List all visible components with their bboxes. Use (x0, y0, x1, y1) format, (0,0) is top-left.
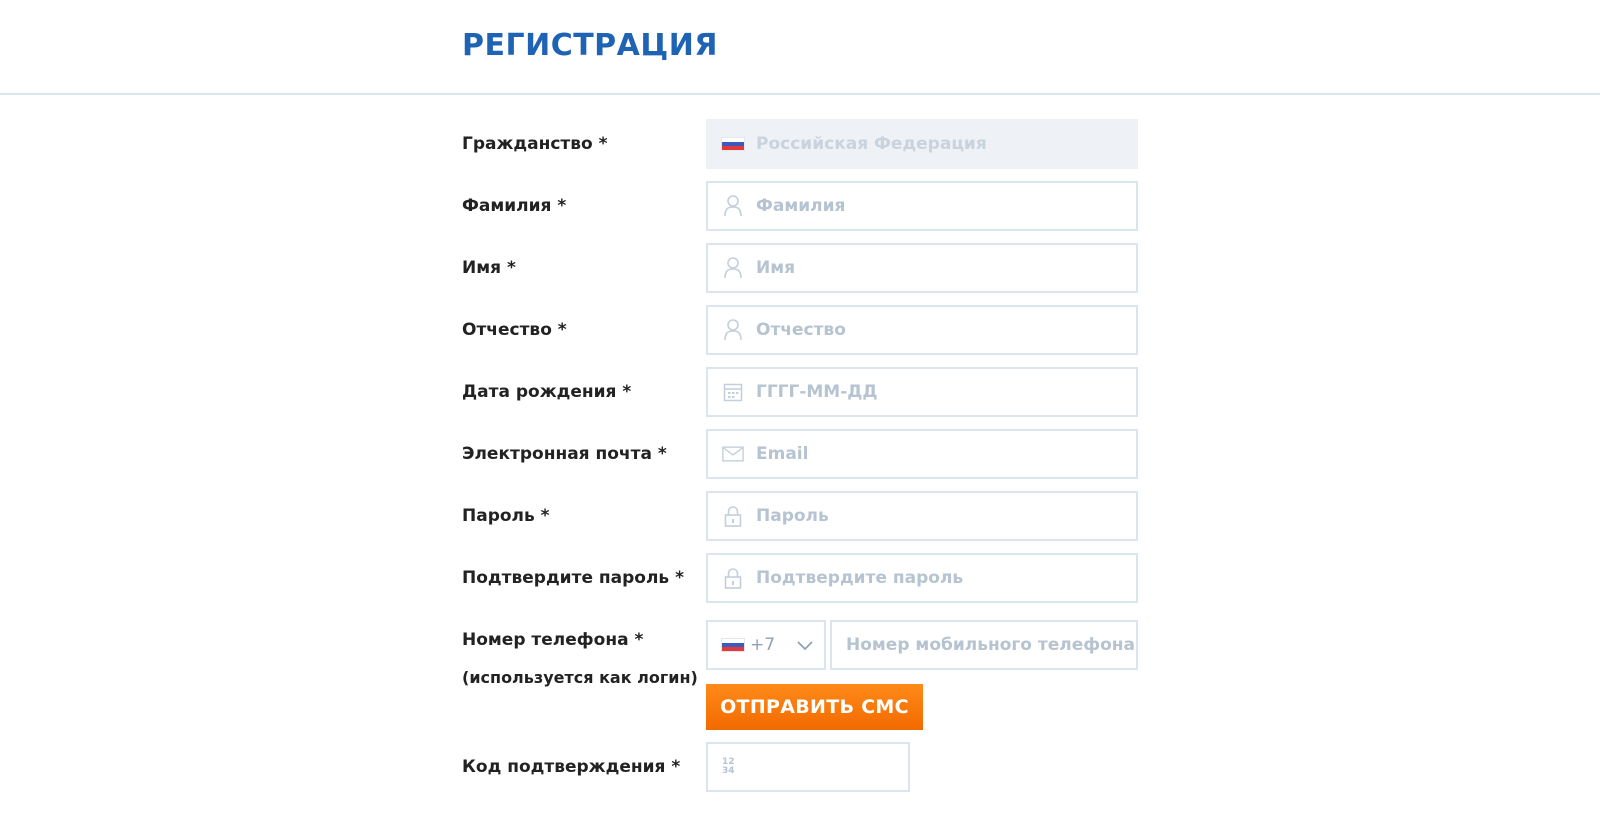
confirm-code-label: Код подтверждения * (462, 757, 681, 777)
first-name-label: Имя * (462, 258, 516, 278)
password-confirm-placeholder: Подтвердите пароль (756, 568, 964, 588)
email-field[interactable]: Email (706, 429, 1138, 479)
phone-row: Номер телефона * +7 Номер мобильного тел… (0, 620, 1600, 670)
chevron-down-icon (797, 636, 813, 655)
flag-ru-icon (722, 133, 744, 155)
citizenship-value: Российская Федерация (756, 134, 987, 154)
email-placeholder: Email (756, 444, 809, 464)
password-placeholder: Пароль (756, 506, 829, 526)
password-confirm-label: Подтвердите пароль * (462, 568, 684, 588)
calendar-icon (722, 381, 744, 403)
phone-sublabel: (используется как логин) (462, 668, 698, 687)
birth-date-field[interactable]: ГГГГ-ММ-ДД (706, 367, 1138, 417)
patronymic-field[interactable]: Отчество (706, 305, 1138, 355)
patronymic-label: Отчество * (462, 320, 567, 340)
last-name-placeholder: Фамилия (756, 196, 846, 216)
lock-icon (722, 567, 744, 589)
numbers-icon: 12 34 (722, 757, 735, 776)
last-name-field[interactable]: Фамилия (706, 181, 1138, 231)
password-confirm-field[interactable]: Подтвердите пароль (706, 553, 1138, 603)
lock-icon (722, 505, 744, 527)
header-divider (0, 93, 1600, 95)
first-name-placeholder: Имя (756, 258, 796, 278)
birth-date-placeholder: ГГГГ-ММ-ДД (756, 382, 878, 402)
confirm-code-row: Код подтверждения * 12 34 (0, 742, 1600, 792)
first-name-row: Имя * Имя (0, 243, 1600, 293)
password-row: Пароль * Пароль (0, 491, 1600, 541)
user-icon (722, 319, 744, 341)
phone-country-code: +7 (750, 635, 776, 655)
password-label: Пароль * (462, 506, 550, 526)
email-label: Электронная почта * (462, 444, 667, 464)
send-sms-button[interactable]: ОТПРАВИТЬ СМС (706, 684, 923, 730)
last-name-label: Фамилия * (462, 196, 567, 216)
citizenship-label: Гражданство * (462, 134, 608, 154)
phone-country-select[interactable]: +7 (706, 620, 826, 670)
password-confirm-row: Подтвердите пароль * Подтвердите пароль (0, 553, 1600, 603)
confirm-code-field[interactable]: 12 34 (706, 742, 910, 792)
phone-label: Номер телефона * (462, 630, 644, 650)
last-name-row: Фамилия * Фамилия (0, 181, 1600, 231)
birth-date-label: Дата рождения * (462, 382, 632, 402)
phone-number-placeholder: Номер мобильного телефона (846, 635, 1136, 655)
user-icon (722, 257, 744, 279)
user-icon (722, 195, 744, 217)
email-row: Электронная почта * Email (0, 429, 1600, 479)
envelope-icon (722, 443, 744, 465)
citizenship-select[interactable]: Российская Федерация (706, 119, 1138, 169)
first-name-field[interactable]: Имя (706, 243, 1138, 293)
page-title: РЕГИСТРАЦИЯ (462, 28, 718, 63)
phone-number-field[interactable]: Номер мобильного телефона (830, 620, 1138, 670)
flag-ru-icon (722, 639, 744, 651)
password-field[interactable]: Пароль (706, 491, 1138, 541)
patronymic-row: Отчество * Отчество (0, 305, 1600, 355)
citizenship-row: Гражданство * Российская Федерация (0, 119, 1600, 169)
birth-date-row: Дата рождения * ГГГГ-ММ-ДД (0, 367, 1600, 417)
patronymic-placeholder: Отчество (756, 320, 846, 340)
